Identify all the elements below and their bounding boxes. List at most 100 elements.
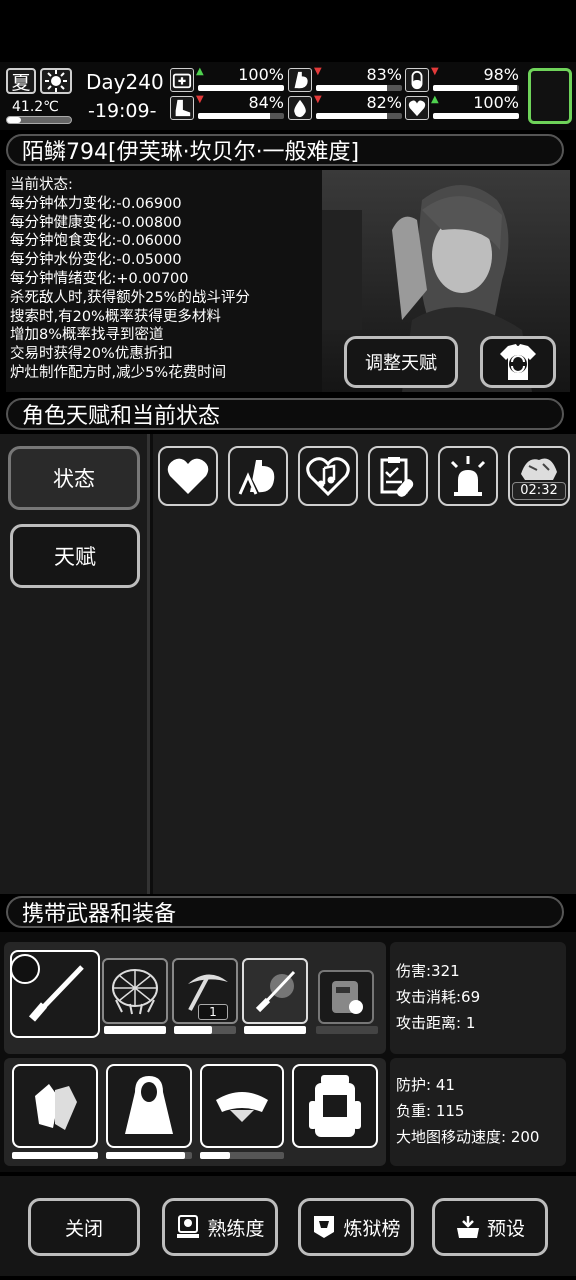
riot-shield-slot[interactable] <box>318 970 374 1024</box>
heart-icon <box>405 96 429 120</box>
effect-timer: 02:32 <box>512 482 566 500</box>
tab-talent[interactable]: 天赋 <box>10 524 140 588</box>
preset-button[interactable]: 预设 <box>432 1198 548 1256</box>
vital-stat-heart: ▲ 100% <box>405 93 519 122</box>
hooded-cloak-icon <box>125 1076 173 1134</box>
net-icon <box>112 969 158 1015</box>
preset-box-icon <box>456 1216 479 1238</box>
trend-arrow-icon: ▼ <box>314 66 322 77</box>
net-trap-slot[interactable] <box>102 958 168 1024</box>
quick-slot[interactable] <box>528 68 572 124</box>
net-trap-bar <box>104 1026 166 1034</box>
vital-stat-bar <box>316 85 402 91</box>
day-label: Day240 <box>86 70 164 94</box>
vital-stat-value: 100% <box>473 93 519 112</box>
outfit-swap-icon <box>500 344 536 380</box>
carry-weight-stat: 负重: 115 <box>396 1102 465 1120</box>
status-heading: 当前状态: <box>10 177 73 193</box>
pill-icon <box>405 68 429 92</box>
water-drop-icon <box>288 96 312 120</box>
character-name-bar: 陌鳞794[伊芙琳·坎贝尔·一般难度] <box>6 134 564 166</box>
visor-slot[interactable] <box>200 1064 284 1148</box>
armor-stats-panel: 防护: 41 负重: 115 大地图移动速度: 200 <box>390 1058 566 1166</box>
status-line: 交易时获得20%优惠折扣 <box>10 346 173 363</box>
vital-stat-pill: ▼ 98% <box>405 65 519 94</box>
footer-bar: 关闭 熟练度 炼狱榜 预设 <box>0 1176 576 1276</box>
season-badge: 夏 <box>6 68 36 94</box>
status-line: 炉灶制作配方时,减少5%花费时间 <box>10 364 227 381</box>
boot-icon <box>170 96 194 120</box>
status-line: 每分钟水份变化:-0.05000 <box>10 252 182 269</box>
backpack-icon <box>309 1075 361 1137</box>
vital-stat-bar <box>198 113 284 119</box>
gloves-slot[interactable] <box>12 1064 98 1148</box>
cloak-slot[interactable] <box>106 1064 192 1148</box>
vital-stat-value: 98% <box>483 65 519 84</box>
map-speed-stat: 大地图移动速度: 200 <box>396 1128 540 1146</box>
banner-trophy-icon <box>314 1216 335 1238</box>
vital-stat-bar <box>433 85 519 91</box>
adjust-talent-button[interactable]: 调整天赋 <box>344 336 458 388</box>
pickaxe-bar <box>174 1026 236 1034</box>
vital-stat-value: 82% <box>366 93 402 112</box>
thermometer-bar <box>6 116 72 124</box>
talent-section-header: 角色天赋和当前状态 <box>6 398 564 430</box>
weapon-stats-panel: 伤害:321 攻击消耗:69 攻击距离: 1 <box>390 942 566 1054</box>
change-outfit-button[interactable] <box>480 336 556 388</box>
medkit-icon <box>170 68 194 92</box>
gloves-bar <box>12 1152 98 1159</box>
temperature-label: 41.2℃ <box>12 99 59 115</box>
status-line: 增加8%概率找寻到密道 <box>10 327 164 344</box>
trend-arrow-icon: ▼ <box>431 66 439 77</box>
trend-arrow-icon: ▲ <box>196 66 204 77</box>
vital-stat-value: 84% <box>248 93 284 112</box>
shield-icon <box>332 981 363 1014</box>
clock-label: -19:09- <box>88 100 157 122</box>
trend-arrow-icon: ▼ <box>314 94 322 105</box>
knife-icon <box>255 970 296 1013</box>
vital-stat-value: 100% <box>238 65 284 84</box>
status-line: 每分钟体力变化:-0.06900 <box>10 195 182 212</box>
pickaxe-count: 1 <box>198 1004 228 1020</box>
character-status-text: 当前状态: 每分钟体力变化:-0.06900 每分钟健康变化:-0.00800 每分钟… <box>10 176 250 383</box>
music-heart-icon[interactable] <box>298 446 358 506</box>
knife-slot[interactable] <box>242 958 308 1024</box>
close-button[interactable]: 关闭 <box>28 1198 140 1256</box>
purgatory-ranking-button[interactable]: 炼狱榜 <box>298 1198 414 1256</box>
character-panel: 当前状态: 每分钟体力变化:-0.06900 每分钟健康变化:-0.00800 每分钟… <box>6 170 570 392</box>
vital-stat-boot: ▼ 84% <box>170 93 284 122</box>
status-line: 每分钟健康变化:-0.00800 <box>10 214 182 231</box>
visor-cap-icon <box>216 1092 268 1122</box>
equipment-section-header: 携带武器和装备 <box>6 896 564 928</box>
alarm-light-icon[interactable] <box>438 446 498 506</box>
defense-stat: 防护: 41 <box>396 1076 455 1094</box>
attack-mode-icon[interactable] <box>10 954 40 984</box>
tab-status[interactable]: 状态 <box>8 446 140 510</box>
trend-arrow-icon: ▲ <box>431 94 439 105</box>
status-line: 杀死敌人时,获得额外25%的战斗评分 <box>10 289 250 306</box>
status-line: 每分钟饱食变化:-0.06000 <box>10 233 182 250</box>
proficiency-icon <box>177 1215 200 1238</box>
status-line: 每分钟情绪变化:+0.00700 <box>10 270 189 287</box>
vital-stat-stomach: ▼ 83% <box>288 65 402 94</box>
equipment-section: 1 伤害:321 攻击消耗:69 攻击距离: 1 防护: 41 负重: 115 … <box>0 932 576 1172</box>
status-bar: 夏 41.2℃ Day240 -19:09- ▲ 100% ▼ 83% ▼ 98… <box>0 62 576 130</box>
vital-stat-medkit: ▲ 100% <box>170 65 284 94</box>
damage-stat: 伤害:321 <box>396 962 460 980</box>
talent-section: 状态 天赋 02:32 <box>0 434 576 894</box>
riot-shield-bar <box>316 1026 378 1034</box>
trend-arrow-icon: ▼ <box>196 94 204 105</box>
knife-bar <box>244 1026 306 1034</box>
cloak-bar <box>106 1152 192 1159</box>
vital-stat-water-drop: ▼ 82% <box>288 93 402 122</box>
vital-stat-bar <box>316 113 402 119</box>
heart-icon[interactable] <box>158 446 218 506</box>
clipboard-pill-icon[interactable] <box>368 446 428 506</box>
vital-stat-bar <box>198 85 284 91</box>
status-line: 搜索时,有20%概率获得更多材料 <box>10 308 221 325</box>
backpack-slot[interactable] <box>292 1064 378 1148</box>
attack-range-stat: 攻击距离: 1 <box>396 1014 476 1032</box>
stomach-arrows-icon[interactable] <box>228 446 288 506</box>
proficiency-button[interactable]: 熟练度 <box>162 1198 278 1256</box>
visor-bar <box>200 1152 284 1159</box>
